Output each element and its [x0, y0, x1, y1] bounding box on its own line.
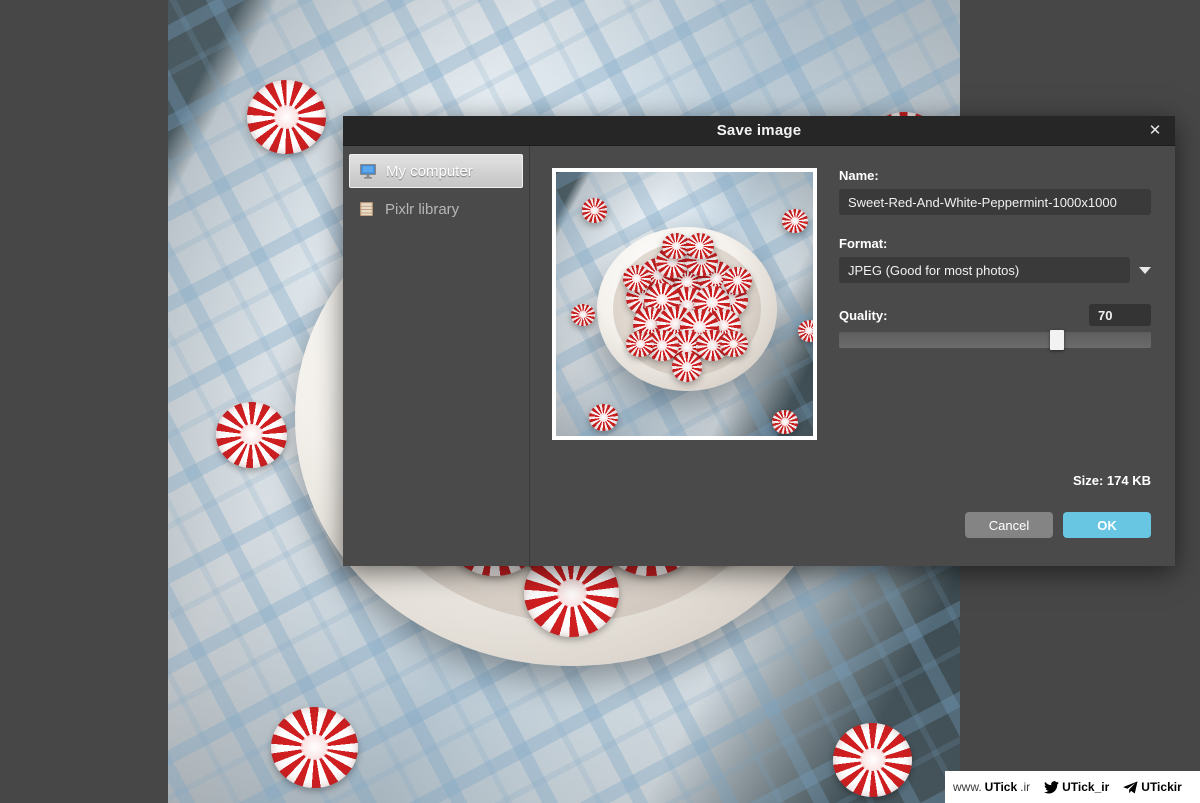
quality-row: Quality: 70: [839, 304, 1151, 326]
telegram-paper-plane-icon: [1123, 780, 1138, 794]
sidebar-item-pixlr-library[interactable]: Pixlr library: [349, 192, 523, 226]
dialog-title: Save image: [716, 122, 802, 139]
dialog-main: Name: Format: JPEG (Good for most photos…: [530, 146, 1175, 566]
format-label: Format:: [839, 236, 888, 251]
preview-photo-candies: [556, 172, 813, 436]
library-icon: [358, 201, 376, 217]
candy-mint: [719, 330, 748, 358]
sidebar-item-my-computer[interactable]: My computer: [349, 154, 523, 188]
estimated-size-text: Size: 174 KB: [1072, 473, 1151, 488]
watermark-site-suffix: .ir: [1020, 780, 1031, 794]
dialog-titlebar: Save image ✕: [343, 116, 1175, 146]
close-icon[interactable]: ✕: [1145, 121, 1165, 141]
quality-slider[interactable]: [839, 330, 1151, 350]
candy-mint: [571, 304, 595, 326]
candy-mint: [247, 80, 327, 155]
cancel-button[interactable]: Cancel: [965, 512, 1053, 538]
quality-value-input[interactable]: 70: [1089, 304, 1151, 326]
quality-label: Quality:: [839, 307, 888, 323]
candy-mint: [589, 404, 618, 432]
candy-mint: [671, 352, 703, 382]
watermark-website: www. UTick .ir: [953, 780, 1030, 794]
watermark-site-bold: UTick: [984, 780, 1018, 794]
dialog-actions: Cancel OK: [965, 512, 1151, 538]
candy-mint: [685, 232, 714, 260]
watermark-telegram-handle: UTickir: [1141, 780, 1182, 794]
save-options-form: Name: Format: JPEG (Good for most photos…: [839, 168, 1151, 566]
monitor-icon: [359, 163, 377, 179]
candy-mint: [581, 198, 608, 223]
quality-slider-handle[interactable]: [1050, 330, 1065, 350]
candy-mint: [622, 265, 651, 292]
candy-mint: [782, 208, 808, 234]
ok-button[interactable]: OK: [1063, 512, 1151, 538]
format-select[interactable]: JPEG (Good for most photos): [839, 257, 1130, 283]
format-selected-value: JPEG (Good for most photos): [848, 262, 1020, 278]
file-name-input[interactable]: [839, 189, 1151, 215]
twitter-bird-icon: [1044, 780, 1060, 794]
candy-mint: [723, 266, 752, 294]
save-image-dialog: Save image ✕ My computer Pixlr library N…: [343, 116, 1175, 566]
format-row: JPEG (Good for most photos): [839, 257, 1151, 283]
sidebar-item-label: Pixlr library: [385, 200, 460, 218]
candy-mint: [833, 722, 913, 797]
preview-column: [552, 168, 817, 566]
watermark-telegram: UTickir: [1123, 780, 1182, 794]
watermark-bar: www. UTick .ir UTick_ir UTickir: [945, 771, 1200, 803]
dialog-body: My computer Pixlr library Name: Sweet-Re…: [343, 146, 1175, 566]
watermark-twitter: UTick_ir: [1044, 780, 1109, 794]
watermark-twitter-handle: UTick_ir: [1062, 780, 1110, 794]
chevron-down-icon[interactable]: [1139, 266, 1151, 274]
candy-mint: [771, 409, 798, 434]
image-preview: [552, 168, 817, 440]
destination-sidebar: My computer Pixlr library: [343, 146, 530, 566]
name-label: Name:: [839, 168, 879, 183]
candy-mint: [270, 706, 359, 788]
sidebar-item-label: My computer: [386, 162, 473, 180]
watermark-site-prefix: www.: [953, 780, 982, 794]
candy-mint: [215, 401, 287, 468]
candy-mint: [797, 319, 813, 342]
app-stage: Save image ✕ My computer Pixlr library N…: [0, 0, 1200, 803]
